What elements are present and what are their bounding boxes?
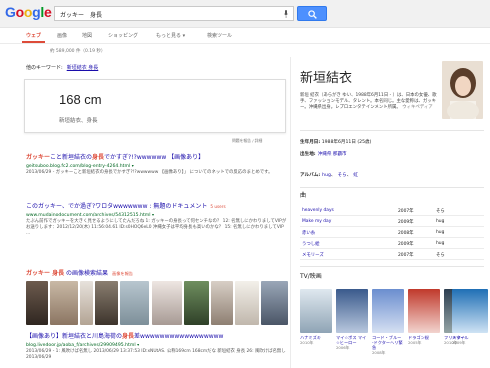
tv-card[interactable]: ハナミズキ 2010年 [300,289,332,346]
tv-card[interactable]: マイ☆ボス マイ☆ヒーロー 2006年 [336,289,368,351]
result-stats: 約 589,000 件（0.19 秒） [50,49,106,54]
search-input[interactable]: ガッキー 身長 [54,6,294,21]
related-searches: 他のキーワード: 新垣結衣 身長 [26,64,98,71]
fact-albums: アルバム: hug、 そら、虹 [300,173,358,178]
song-row[interactable]: Make my day 2009年 hug [300,217,484,227]
song-row[interactable]: 赤い糸 2008年 hug [300,228,484,238]
result-image[interactable] [211,281,233,325]
tv-card[interactable]: ドラゴン桜 2005年 [408,289,440,346]
tv-poster[interactable] [300,289,332,333]
result-image[interactable] [261,281,288,325]
answer-value: 168 cm [59,92,102,107]
fact-born: 生年月日: 1988年6月11日 (25歳) [300,140,372,145]
tab-search-tools[interactable]: 検索ツール [207,32,232,39]
answer-box: 168 cm 新垣結衣、身長 [24,79,286,133]
users-badge[interactable]: 5 users [210,204,225,209]
tv-poster[interactable] [372,289,404,333]
tv-card[interactable]: スマイル 2009年 [452,289,488,346]
album-link[interactable]: hug [322,173,331,178]
feedback-link[interactable]: 問題を報告 / 詳細 [232,138,262,144]
result-image[interactable] [120,281,149,325]
result-snippet: 2013/06/29 - 1: 風吹けば名無し 2013/06/29 13:37… [26,349,286,360]
result-title[interactable]: ガッキー 身長 の画像検索結果 画像を報告 [26,268,288,277]
search-icon [308,10,317,19]
tv-year: 2005年 [408,340,422,345]
search-result: ガッキーこと新垣結衣の身長でかすぎ?!?wwwwww 【画像あり】 geitsu… [26,152,288,176]
tv-poster[interactable] [452,289,488,333]
result-title[interactable]: 【画像あり】新垣結衣と川島海荷の身長差wwwwwwwwwwwwwwwww [26,331,288,340]
fact-birthplace: 出生地: 沖縄県 那覇市 [300,152,347,157]
tv-title[interactable]: マイ☆ボス マイ☆ヒーロー [336,335,368,345]
google-logo[interactable]: Google [5,4,52,20]
microphone-icon[interactable] [284,10,288,18]
result-image[interactable] [184,281,209,325]
song-row[interactable]: メモリーズ 2007年 そら [300,250,484,260]
result-image[interactable] [152,281,182,325]
tab-web[interactable]: ウェブ [21,32,46,43]
report-images-link[interactable]: 画像を報告 [112,271,133,276]
tab-shopping[interactable]: ショッピング [108,32,138,39]
image-results-header: ガッキー 身長 の画像検索結果 画像を報告 [26,268,288,277]
song-row[interactable]: heavenly days 2007年 そら [300,206,484,216]
result-title[interactable]: ガッキーこと新垣結衣の身長でかすぎ?!?wwwwww 【画像あり】 [26,152,288,161]
search-nav: ウェブ 画像 地図 ショッピング もっと見る ▾ 検索ツール [0,28,490,44]
result-image[interactable] [235,281,259,325]
logo-letter: e [43,4,52,20]
result-title[interactable]: このガッキー、でか過ぎ?ワロタwwwwwww : 無題のドキュメント 5 user… [26,201,288,210]
album-link[interactable]: 虹 [353,173,358,178]
logo-letter: o [15,4,25,20]
logo-letter: g [32,4,41,20]
image-strip [26,281,288,325]
search-button[interactable] [297,6,327,21]
logo-letter: o [23,4,33,20]
dropdown-arrow-icon[interactable]: ▾ [152,212,154,217]
related-label: 他のキーワード: [26,65,63,71]
result-snippet: 2013/06/29 - ガッキーこと新垣結衣の身長でかすぎ?!?wwwwww … [26,170,273,175]
tab-more[interactable]: もっと見る ▾ [156,32,185,39]
tab-images[interactable]: 画像 [57,32,67,39]
logo-letter: G [5,4,16,20]
result-url: blog.livedoor.jp/aoba_f/archives/2990949… [26,342,140,348]
result-image[interactable] [50,281,78,325]
tv-year: 2006年 [336,345,350,350]
songs-heading: 曲 [300,192,307,199]
search-query[interactable]: ガッキー 身長 [60,10,102,19]
tv-poster[interactable] [408,289,440,333]
song-row[interactable]: うつし絵 2009年 hug [300,239,484,249]
result-url: geitsuboo.blog.fc2.com/blog-entry-4264.h… [26,163,134,169]
wikipedia-link[interactable]: ウィキペディア [402,105,432,110]
tab-maps[interactable]: 地図 [82,32,92,39]
dropdown-arrow-icon[interactable]: ▾ [132,163,134,168]
result-snippet: たぶん前作でガッキーを大きく見せるようにしてたんだろね 1: ガッキーの身長って… [26,219,287,236]
entity-description: 新垣 結衣（あらがき ゆい、1988年6月11日 - ）は、日本の女優、歌手、フ… [300,93,437,110]
birthplace-link[interactable]: 沖縄県 那覇市 [318,152,347,157]
dropdown-arrow-icon[interactable]: ▾ [137,342,139,347]
tv-year: 2010年 [300,340,314,345]
tv-year: 2008年 [372,350,386,355]
entity-portrait[interactable] [442,61,483,119]
related-link[interactable]: 新垣結衣 身長 [67,65,99,71]
tv-poster[interactable] [336,289,368,333]
top-bar: Google ガッキー 身長 [0,0,490,28]
search-result: このガッキー、でか過ぎ?ワロタwwwwwww : 無題のドキュメント 5 user… [26,201,288,237]
result-image[interactable] [95,281,118,325]
tv-heading: TV/映画 [300,273,322,280]
tv-year: 2009年 [452,340,466,345]
album-link[interactable]: そら [338,173,347,178]
result-url: www.mudainodocument.com/archives/5431251… [26,212,155,218]
answer-subject: 新垣結衣、身長 [59,118,98,124]
entity-name: 新垣結衣 [300,70,353,85]
tv-card[interactable]: コード・ブルー -ドクターヘリ緊急 2008年 [372,289,404,356]
result-image[interactable] [26,281,48,325]
result-image[interactable] [80,281,93,325]
search-result: 【画像あり】新垣結衣と川島海荷の身長差wwwwwwwwwwwwwwwww blo… [26,331,288,361]
tv-title[interactable]: コード・ブルー -ドクターヘリ緊急 [372,335,404,350]
